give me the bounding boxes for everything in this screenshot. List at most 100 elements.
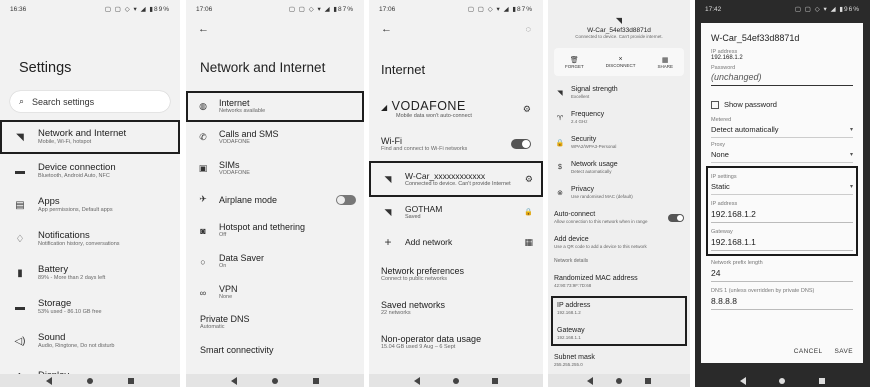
home-nav-icon[interactable] <box>452 377 459 384</box>
gear-icon[interactable]: ⚙ <box>523 104 531 115</box>
back-arrow-icon[interactable]: ← <box>381 23 392 35</box>
qr-code-icon[interactable]: ▦ <box>524 237 533 248</box>
settings-item-sound[interactable]: ◁) Sound Audio, Ringtone, Do not disturb <box>0 324 180 358</box>
item-title: Smart connectivity <box>200 345 274 355</box>
item-title: Device connection <box>38 162 116 173</box>
item-title: Add device <box>554 235 589 243</box>
item-subtitle: VODAFONE <box>219 139 250 145</box>
menu-item-data-saver[interactable]: ○ Data Saver On <box>186 246 364 277</box>
network-preferences-row[interactable]: Network preferences Connect to public ne… <box>369 257 543 291</box>
auto-connect-row[interactable]: Auto-connect Allow connection to this net… <box>548 205 690 230</box>
menu-item-private-dns[interactable]: Private DNS Automatic <box>186 308 364 336</box>
gear-icon[interactable]: ⚙ <box>525 174 533 185</box>
add-device-row[interactable]: Add device Use a QR code to add a device … <box>548 230 690 255</box>
network-ssid: W-Car_54ef33d8871d <box>587 27 651 34</box>
wifi-toggle[interactable] <box>511 139 531 149</box>
chevron-down-icon: ▾ <box>849 127 853 133</box>
settings-item-network[interactable]: ◥ Network and Internet Mobile, Wi-Fi, hot… <box>0 120 180 154</box>
settings-item-apps[interactable]: ▤ Apps App permissions, Default apps <box>0 188 180 222</box>
recents-nav-icon[interactable] <box>312 377 319 384</box>
carrier-row[interactable]: ◢ VODAFONE Mobile data won't auto-connec… <box>369 91 543 127</box>
ip-value: 192.168.1.2 <box>711 55 743 61</box>
recents-nav-icon[interactable] <box>128 377 135 384</box>
network-name: W-Car_xxxxxxxxxxxx <box>405 170 486 181</box>
proxy-dropdown[interactable]: None ▾ <box>711 148 853 163</box>
auto-connect-toggle[interactable] <box>668 213 684 222</box>
disconnect-button[interactable]: × DISCONNECT <box>606 56 636 68</box>
home-nav-icon[interactable] <box>615 377 622 384</box>
carrier-status: Mobile data won't auto-connect <box>396 113 472 119</box>
top-bar: ← ◌ <box>369 18 543 40</box>
recents-nav-icon[interactable] <box>644 377 651 384</box>
item-title: SIMs <box>219 160 240 170</box>
add-network-item[interactable]: + Add network ▦ <box>369 227 543 257</box>
menu-item-vpn[interactable]: ∞ VPN None <box>186 277 364 308</box>
forget-button[interactable]: 🗑 FORGET <box>565 56 584 69</box>
menu-item-hotspot[interactable]: ◙ Hotspot and tethering Off <box>186 215 364 246</box>
save-button[interactable]: SAVE <box>835 348 853 355</box>
show-password-checkbox[interactable]: Show password <box>711 100 853 109</box>
gateway-row: Gateway 192.168.1.1 <box>551 321 687 346</box>
item-title: Frequency <box>571 110 605 118</box>
sound-icon: ◁) <box>14 335 26 347</box>
prefix-field[interactable]: 24 <box>711 266 853 282</box>
cancel-button[interactable]: CANCEL <box>794 348 823 355</box>
home-nav-icon[interactable] <box>779 377 786 384</box>
recents-nav-icon[interactable] <box>492 377 499 384</box>
network-usage-row[interactable]: $ Network usage Detect automatically <box>548 155 690 180</box>
gateway-field[interactable]: 192.168.1.1 <box>711 235 853 251</box>
network-item-wcar[interactable]: ◥ W-Car_xxxxxxxxxxxx Connected to device… <box>369 161 543 197</box>
recents-nav-icon[interactable] <box>819 377 826 384</box>
settings-item-storage[interactable]: ▬ Storage 53% used - 86.10 GB free <box>0 290 180 324</box>
help-icon[interactable]: ◌ <box>526 24 531 34</box>
home-nav-icon[interactable] <box>86 377 93 384</box>
item-subtitle: Audio, Ringtone, Do not disturb <box>38 343 115 349</box>
privacy-row[interactable]: ⊗ Privacy Use randomised MAC (default) <box>548 180 690 205</box>
back-arrow-icon[interactable]: ← <box>198 23 209 35</box>
back-nav-icon[interactable] <box>413 376 420 385</box>
trash-icon: 🗑 <box>569 56 579 64</box>
item-title: Network and Internet <box>38 128 127 139</box>
item-title: Private DNS <box>200 314 250 324</box>
back-nav-icon[interactable] <box>45 376 52 385</box>
item-title: Airplane mode <box>219 194 278 205</box>
item-subtitle: Off <box>219 232 227 238</box>
settings-item-notifications[interactable]: ♢ Notifications Notification history, con… <box>0 222 180 256</box>
status-icons: ▢ ▢ ◇ ▾ ◢ ▮89% <box>104 6 170 13</box>
back-nav-icon[interactable] <box>231 376 238 385</box>
share-button[interactable]: ▦ SHARE <box>657 56 673 69</box>
sim-icon: ▣ <box>198 163 208 173</box>
settings-item-device-connection[interactable]: ▬ Device connection Bluetooth, Android Au… <box>0 154 180 188</box>
dns-field[interactable]: 8.8.8.8 <box>711 294 853 310</box>
ip-address-field[interactable]: 192.168.1.2 <box>711 207 853 223</box>
menu-item-sims[interactable]: ▣ SIMs VODAFONE <box>186 153 364 184</box>
menu-item-airplane[interactable]: ✈ Airplane mode <box>186 184 364 215</box>
saved-networks-row[interactable]: Saved networks 22 networks <box>369 291 543 325</box>
back-nav-icon[interactable] <box>739 376 746 385</box>
menu-item-internet[interactable]: ◍ Internet Networks available <box>186 91 364 122</box>
menu-item-calls-sms[interactable]: ✆ Calls and SMS VODAFONE <box>186 122 364 153</box>
network-item-gotham[interactable]: ◥ GOTHAM Saved 🔒 <box>369 197 543 227</box>
nav-bar <box>695 374 870 387</box>
page-title: Internet <box>381 62 426 77</box>
item-title: Notifications <box>38 230 90 241</box>
security-row: 🔒 Security WPA2/WPA3-Personal <box>548 130 690 155</box>
network-actions: 🗑 FORGET × DISCONNECT ▦ SHARE <box>554 48 684 76</box>
metered-dropdown[interactable]: Detect automatically ▾ <box>711 123 853 138</box>
item-subtitle: Mobile, Wi-Fi, hotspot <box>38 139 92 145</box>
devices-icon: ▬ <box>15 165 25 177</box>
home-nav-icon[interactable] <box>271 377 278 384</box>
item-subtitle: 53% used - 86.10 GB free <box>38 309 102 315</box>
item-subtitle: WPA2/WPA3-Personal <box>571 143 617 149</box>
item-title: Security <box>571 135 597 143</box>
settings-item-battery[interactable]: ▮ Battery 89% - More than 2 days left <box>0 256 180 290</box>
password-field[interactable]: (unchanged) <box>711 71 853 86</box>
data-usage-row[interactable]: Non-operator data usage 15.04 GB used 9 … <box>369 325 543 359</box>
wifi-toggle-row[interactable]: Wi-Fi Find and connect to Wi-Fi networks <box>369 127 543 161</box>
network-internet-screen: 17:06 ▢ ▢ ◇ ▾ ◢ ▮87% ← Network and Inter… <box>186 0 364 387</box>
airplane-toggle[interactable] <box>336 194 356 205</box>
search-bar[interactable]: ⌕ Search settings <box>10 91 170 112</box>
back-nav-icon[interactable] <box>587 376 594 385</box>
ip-settings-dropdown[interactable]: Static ▾ <box>711 180 853 195</box>
menu-item-smart-connectivity[interactable]: Smart connectivity <box>186 336 364 364</box>
